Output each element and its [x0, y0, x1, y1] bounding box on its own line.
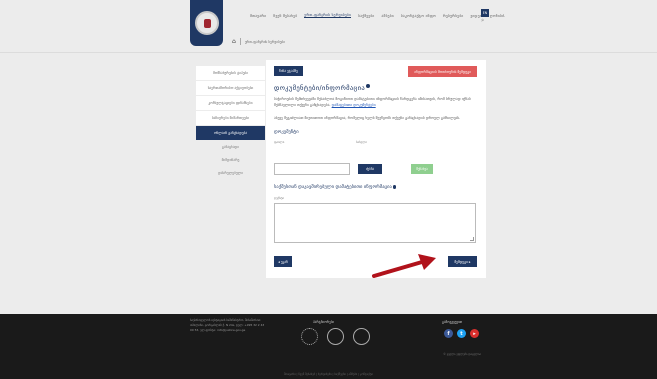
- comment-label: ტექსტი: [274, 196, 285, 200]
- additional-info-heading: საქმესთან დაკავშირებული დამატებითი ინფორ…: [274, 185, 397, 190]
- sidebar-subitem-completed[interactable]: დასრულებული: [196, 167, 265, 179]
- sidebar-item-complaints[interactable]: საჩივრები მიმართვები: [196, 111, 265, 125]
- annotation-arrow-icon: [372, 254, 436, 278]
- comment-textarea[interactable]: [274, 203, 476, 243]
- nav-item-events[interactable]: ღონისძ.: [490, 14, 506, 18]
- file-name-input[interactable]: [274, 163, 350, 175]
- nav-item-news[interactable]: ამბები: [382, 14, 394, 18]
- nav-item-cases[interactable]: საქმეები: [358, 14, 374, 18]
- language-switch-button[interactable]: EN: [481, 9, 489, 17]
- partners-heading: პარტნიორები: [313, 320, 335, 324]
- site-header: მთავარი ჩვენ შესახებ ერთ-ფანჯრის სერვისე…: [0, 0, 657, 48]
- twitter-icon[interactable]: t: [457, 329, 466, 338]
- breadcrumb-separator: [239, 38, 241, 45]
- file-label: ფაილი: [274, 140, 285, 144]
- sidebar-item-service-types[interactable]: მომსახურების ტიპები: [196, 66, 265, 80]
- sidebar-item-international[interactable]: საერთაშორისო აქტივობები: [196, 81, 265, 95]
- social-links: f t ▸: [444, 329, 479, 338]
- search-button[interactable]: ძებნა: [358, 164, 382, 174]
- sidebar: მომსახურების ტიპები საერთაშორისო აქტივობ…: [196, 66, 265, 180]
- breadcrumb-current[interactable]: ერთ-ფანჯრის სერვისები: [245, 40, 285, 44]
- save-button[interactable]: შენახვა: [411, 164, 433, 174]
- ministry-logo[interactable]: [190, 0, 223, 46]
- footer-links[interactable]: მთავარი | ჩვენ შესახებ | სერვისები | საქ…: [0, 372, 657, 376]
- nav-item-about[interactable]: ჩვენ შესახებ: [273, 14, 297, 18]
- request-info-button[interactable]: ინფორმაციის მოთხოვნის შემდეგი: [408, 66, 477, 77]
- next-button[interactable]: შემდეგი ▸: [448, 256, 477, 267]
- form-title: დოკუმენტები/ინფორმაცია: [274, 84, 370, 92]
- resize-handle-icon[interactable]: [470, 237, 474, 241]
- breadcrumb: ⌂ ერთ-ფანჯრის სერვისები: [232, 38, 285, 45]
- intro-paragraph: საჭიროების შემთხვევაში შესაძლოა მოგიწიოთ…: [274, 96, 479, 108]
- main-nav: მთავარი ჩვენ შესახებ ერთ-ფანჯრის სერვისე…: [250, 13, 505, 18]
- application-form-card: წინა ეტაპზე ინფორმაციის მოთხოვნის შემდეგ…: [266, 60, 486, 278]
- un-women-logo-icon[interactable]: [353, 328, 370, 345]
- seal-icon: [194, 11, 219, 35]
- youtube-icon[interactable]: ▸: [470, 329, 479, 338]
- previous-step-button[interactable]: წინა ეტაპზე: [274, 66, 303, 76]
- partners-logos: [301, 328, 370, 345]
- home-icon[interactable]: ⌂: [232, 38, 236, 45]
- document-subheading: დოკუმენტი: [274, 130, 299, 135]
- facebook-icon[interactable]: f: [444, 329, 453, 338]
- help-icon[interactable]: [366, 84, 370, 88]
- nav-item-contact[interactable]: საკონტაქტო ინფო: [401, 14, 436, 18]
- copyright-text: © ყველა უფლება დაცულია: [443, 352, 481, 356]
- info-paragraph: ასევე შეგიძლიათ მიუთითოთ ინფორმაცია, რომ…: [274, 116, 461, 120]
- name-label: სახელი: [356, 140, 367, 144]
- site-footer: საქართველოს იუსტიციის სამინისტრო, მისამა…: [0, 314, 657, 379]
- additional-info-heading-text: საქმესთან დაკავშირებული დამატებითი ინფორ…: [274, 185, 392, 190]
- footer-contact-info: საქართველოს იუსტიციის სამინისტრო, მისამა…: [190, 318, 265, 332]
- un-emblem-icon[interactable]: [327, 328, 344, 345]
- sidebar-item-online-application[interactable]: ონლაინ განცხადება: [196, 126, 265, 140]
- nav-item-home[interactable]: მთავარი: [250, 14, 266, 18]
- language-switch-label[interactable]: ქა: [481, 18, 484, 22]
- nav-item-resources[interactable]: რესურსები: [443, 14, 464, 18]
- social-heading: გამოგვყევით: [442, 320, 463, 324]
- help-icon[interactable]: [392, 185, 397, 189]
- header-divider: [0, 52, 657, 53]
- sidebar-subitem-in-progress[interactable]: მიმდინარე: [196, 154, 265, 166]
- sidebar-subitem-application[interactable]: განაცხადი: [196, 141, 265, 153]
- additional-docs-link[interactable]: დამატებითი დოკუმენტები: [332, 103, 376, 107]
- eu-flag-icon[interactable]: [301, 328, 318, 345]
- form-title-text: დოკუმენტები/ინფორმაცია: [274, 84, 365, 92]
- back-button[interactable]: ◂ უკან: [274, 256, 292, 267]
- sidebar-item-consultations[interactable]: კონსულტაციები ფინანსები: [196, 96, 265, 110]
- nav-item-services[interactable]: ერთ-ფანჯრის სერვისები: [304, 13, 352, 18]
